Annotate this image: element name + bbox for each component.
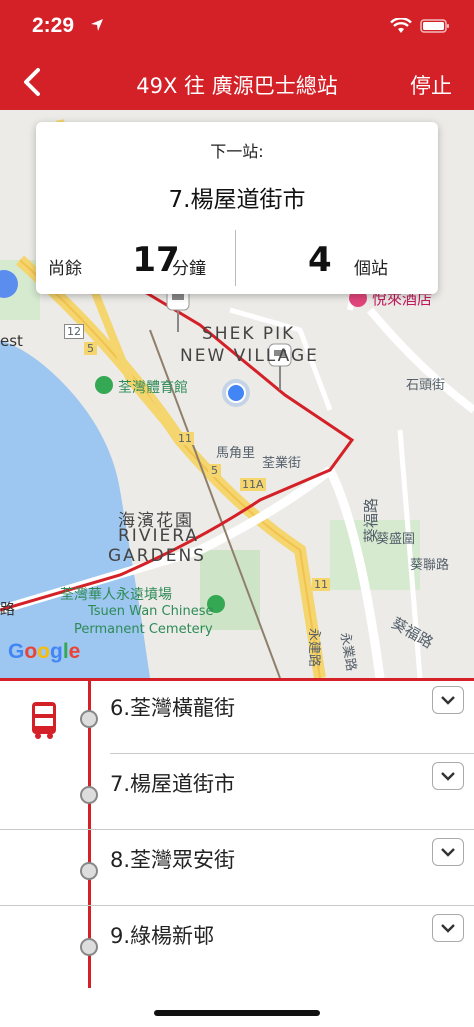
next-stop-card: 下一站: 7.楊屋道街市 尚餘 17 分鐘 4 個站 — [36, 122, 438, 294]
remaining-label: 尚餘 — [48, 259, 82, 279]
stop-name: 8.荃灣眾安街 — [110, 848, 236, 872]
wifi-icon — [390, 18, 412, 33]
stop-name: 6.荃灣橫龍街 — [110, 696, 236, 720]
road-shield: 5 — [208, 464, 221, 477]
stops-unit: 個站 — [354, 259, 388, 279]
map-label: 葵聯路 — [410, 558, 450, 573]
system-icons — [390, 18, 450, 34]
map-label: RIVIERA — [118, 526, 199, 546]
road-shield: 11 — [312, 578, 330, 591]
map-label: 荃灣體育館 — [118, 380, 188, 396]
expand-chevron-icon[interactable] — [432, 762, 464, 790]
map-label: est — [0, 332, 23, 350]
minutes-unit: 分鐘 — [172, 259, 206, 279]
map-label: GARDENS — [108, 546, 206, 566]
stop-dot — [80, 786, 98, 804]
home-indicator[interactable] — [154, 1010, 320, 1016]
bus-stop-pin[interactable] — [166, 287, 190, 332]
map-label: 永建路 — [306, 627, 322, 668]
status-time: 2:29 — [32, 14, 75, 37]
map-label: 荃灣華人永遠墳場 — [60, 587, 172, 603]
stop-row[interactable]: 9.綠楊新邨 — [0, 906, 474, 982]
map-label: Permanent Cemetery — [74, 622, 213, 637]
expand-chevron-icon[interactable] — [432, 914, 464, 942]
stop-row[interactable]: 7.楊屋道街市 — [0, 754, 474, 830]
map-label: 石頭街 — [406, 378, 446, 393]
map-label: 葵盛圍 — [376, 532, 416, 547]
location-arrow-icon — [91, 19, 103, 31]
battery-icon — [420, 19, 449, 33]
next-stop-name: 7.楊屋道街市 — [168, 187, 306, 213]
map-label: 荃業街 — [262, 456, 302, 471]
card-divider — [235, 230, 236, 286]
stop-row[interactable]: 8.荃灣眾安街 — [0, 830, 474, 906]
expand-chevron-icon[interactable] — [432, 838, 464, 866]
road-shield: 5 — [84, 342, 97, 355]
stop-dot — [80, 710, 98, 728]
stop-name: 7.楊屋道街市 — [110, 772, 236, 796]
map-label: 馬角里 — [216, 446, 256, 461]
nav-header: 49X 往 廣源巴士總站 停止 — [0, 52, 474, 110]
expand-chevron-icon[interactable] — [432, 686, 464, 714]
stop-row[interactable]: 6.荃灣橫龍街 — [0, 678, 474, 754]
route-title: 49X 往 廣源巴士總站 — [136, 74, 338, 98]
map-label: NEW VILLAGE — [180, 346, 319, 366]
stop-button[interactable]: 停止 — [410, 70, 452, 100]
status-bar: 2:29 — [0, 0, 474, 52]
map-label: Tsuen Wan Chinese — [88, 604, 214, 619]
stop-dot — [80, 862, 98, 880]
poi-pin[interactable] — [95, 376, 113, 394]
stop-list[interactable]: 6.荃灣橫龍街 7.楊屋道街市 8.荃灣眾安街 9.綠楊新邨 — [0, 678, 474, 988]
google-logo: Google — [8, 640, 81, 663]
stops-value: 4 — [308, 240, 332, 280]
road-shield: 11 — [176, 432, 194, 445]
road-shield: 11A — [240, 478, 266, 491]
road-shield: 12 — [64, 324, 84, 339]
map-label: SHEK PIK — [202, 324, 296, 344]
current-location-marker — [226, 383, 246, 403]
stop-dot — [80, 938, 98, 956]
map-label: 路 — [0, 600, 16, 618]
next-stop-label: 下一站: — [210, 142, 264, 161]
stop-name: 9.綠楊新邨 — [110, 924, 215, 948]
